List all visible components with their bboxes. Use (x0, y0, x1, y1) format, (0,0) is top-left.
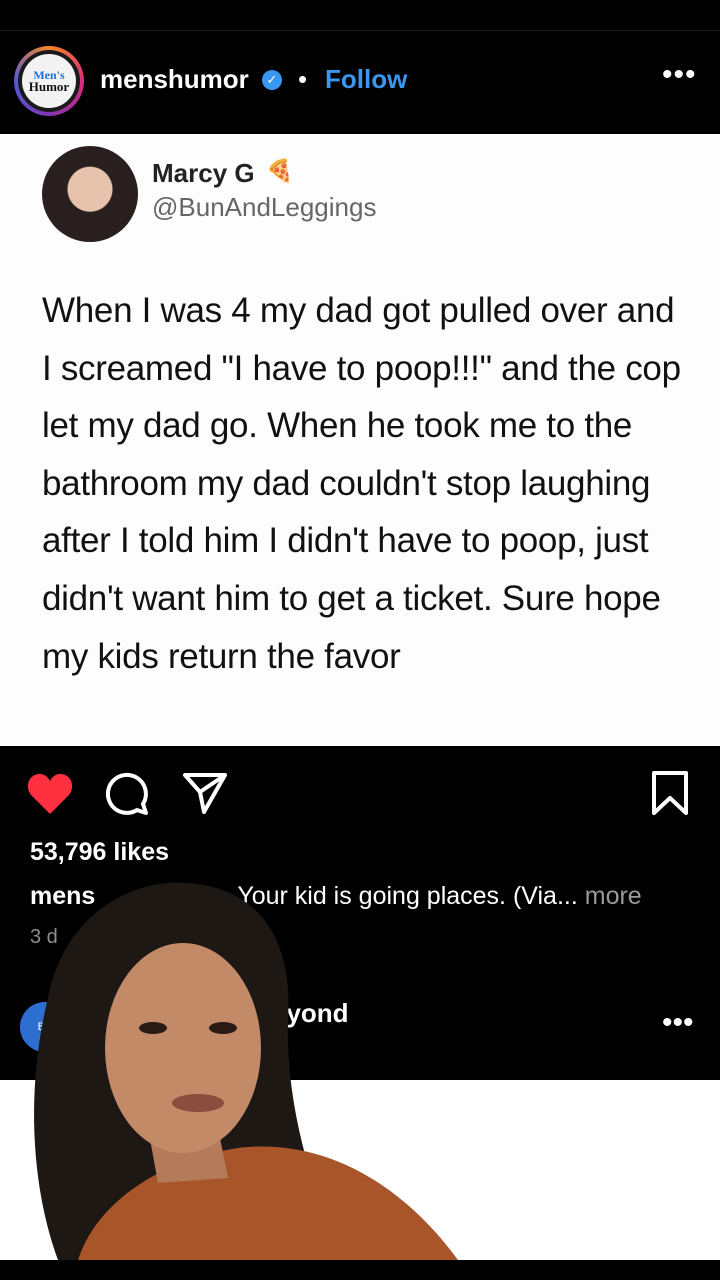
post-options-icon[interactable]: ••• (662, 58, 697, 92)
tweet-author-avatar (42, 146, 138, 242)
pizza-emoji-icon: 🍕 (266, 158, 294, 183)
overlay-person-image (34, 882, 458, 1260)
profile-avatar[interactable]: Men's Humor (14, 46, 84, 116)
post-username[interactable]: menshumor (100, 64, 249, 95)
bookmark-icon[interactable] (650, 770, 690, 816)
share-icon[interactable] (182, 770, 228, 816)
next-post-options-icon[interactable]: ••• (662, 1006, 694, 1040)
tweet-author-name: Marcy G (152, 158, 255, 188)
heart-icon[interactable] (26, 770, 74, 816)
comment-icon[interactable] (104, 771, 150, 817)
mens-humor-logo: Men's Humor (22, 54, 76, 108)
post-image-tweet[interactable]: Marcy G 🍕 @BunAndLeggings When I was 4 m… (0, 134, 720, 746)
top-bar (0, 0, 720, 31)
tweet-author-handle: @BunAndLeggings (152, 192, 377, 222)
separator-dot: • (298, 64, 308, 94)
likes-count[interactable]: 53,796 likes (30, 838, 169, 867)
caption-more-link[interactable]: more (585, 882, 642, 910)
verified-badge-icon: ✓ (262, 70, 282, 90)
tweet-text: When I was 4 my dad got pulled over and … (42, 291, 681, 676)
follow-button[interactable]: Follow (325, 64, 407, 95)
